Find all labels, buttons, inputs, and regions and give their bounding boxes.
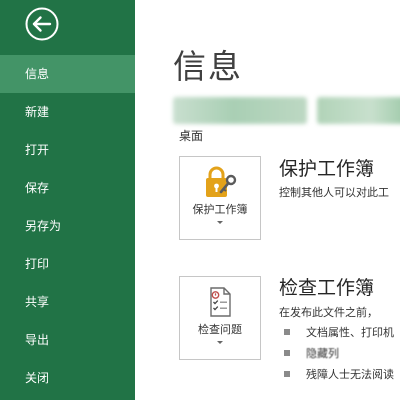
checklist-document-icon (203, 285, 237, 323)
nav-item-print[interactable]: 打印 (0, 245, 135, 283)
backstage-nav: 信息 新建 打开 保存 另存为 打印 共享 导出 关闭 (0, 55, 135, 397)
backstage-sidebar: 信息 新建 打开 保存 另存为 打印 共享 导出 关闭 (0, 0, 135, 400)
protect-workbook-title: 保护工作簿 (279, 158, 375, 180)
dropdown-caret-icon (217, 221, 223, 224)
list-item-text: 文档属性、打印机 (306, 326, 394, 339)
backstage-view: 信息 新建 打开 保存 另存为 打印 共享 导出 关闭 信息 桌面 保护工作簿 … (0, 0, 400, 400)
nav-item-close[interactable]: 关闭 (0, 359, 135, 397)
blurred-file-path (173, 97, 307, 124)
nav-item-info[interactable]: 信息 (0, 55, 135, 93)
nav-item-export[interactable]: 导出 (0, 321, 135, 359)
bullet-square-icon (284, 350, 290, 356)
nav-item-new[interactable]: 新建 (0, 93, 135, 131)
list-item-text: 隐藏列 (306, 347, 339, 360)
blurred-file-path-extra (317, 97, 400, 124)
bullet-square-icon (284, 329, 290, 335)
list-item: 残障人士无法阅读 (284, 364, 394, 385)
list-item-text: 残障人士无法阅读 (306, 368, 394, 381)
inspect-workbook-title: 检查工作簿 (279, 277, 375, 299)
nav-item-open[interactable]: 打开 (0, 131, 135, 169)
nav-item-save-as[interactable]: 另存为 (0, 207, 135, 245)
back-button[interactable] (24, 6, 60, 42)
protect-workbook-button[interactable]: 保护工作簿 (179, 156, 261, 240)
bullet-square-icon (284, 371, 290, 377)
nav-item-save[interactable]: 保存 (0, 169, 135, 207)
info-panel: 信息 桌面 保护工作簿 保护工作簿 控制其他人可以对此工 检查问题 检查工作簿 … (135, 0, 400, 400)
inspect-workbook-description: 在发布此文件之前， (279, 306, 378, 319)
page-title: 信息 (173, 47, 243, 86)
inspect-issues-list: 文档属性、打印机 隐藏列 残障人士无法阅读 (284, 322, 394, 385)
protect-workbook-button-label: 保护工作簿 (192, 203, 248, 216)
check-for-issues-button[interactable]: 检查问题 (179, 276, 261, 360)
check-for-issues-button-label: 检查问题 (198, 323, 242, 336)
dropdown-caret-icon (217, 341, 223, 344)
nav-item-share[interactable]: 共享 (0, 283, 135, 321)
list-item: 隐藏列 (284, 343, 394, 364)
lock-key-icon (201, 165, 239, 203)
back-arrow-circle-icon (25, 7, 59, 41)
list-item: 文档属性、打印机 (284, 322, 394, 343)
protect-workbook-description: 控制其他人可以对此工 (279, 186, 389, 199)
file-location-label: 桌面 (179, 129, 204, 143)
